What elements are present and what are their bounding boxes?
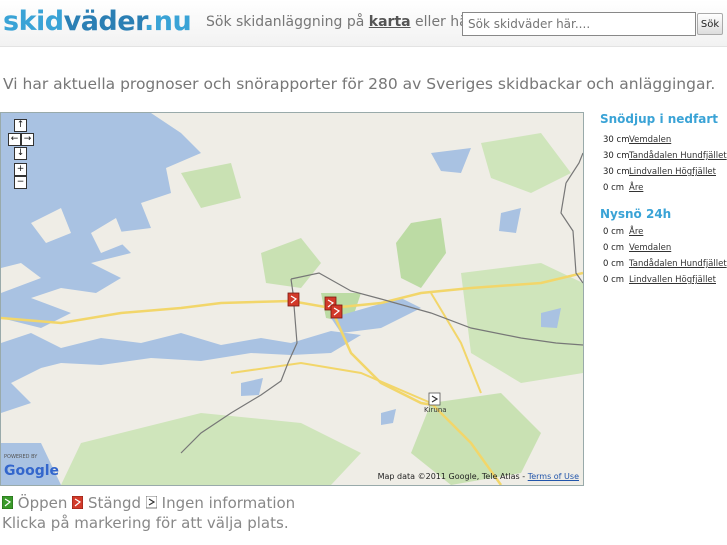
ski-map[interactable]: Kiruna ↑ ← → ↓ + − POWERED BY Google Map… xyxy=(0,112,584,486)
resort-link[interactable]: Åre xyxy=(629,183,643,193)
list-item: 0 cm Åre xyxy=(600,224,727,240)
search-label: Sök skidanläggning på karta eller här: xyxy=(206,14,478,30)
list-item: 0 cm Tandådalen Hundfjället xyxy=(600,256,727,272)
snow-value: 0 cm xyxy=(603,243,625,253)
snow-depth-title: Snödjup i nedfart xyxy=(600,112,718,126)
pan-down-button[interactable]: ↓ xyxy=(14,147,27,160)
city-label: Kiruna xyxy=(424,406,447,414)
new-snow-title: Nysnö 24h xyxy=(600,207,672,221)
resort-link[interactable]: Åre xyxy=(629,227,643,237)
snow-value: 0 cm xyxy=(603,275,625,285)
search-button[interactable]: Sök xyxy=(697,13,723,35)
snow-value: 30 cm xyxy=(603,167,630,177)
resort-link[interactable]: Lindvallen Högfjället xyxy=(629,167,716,177)
search-label-text: Sök skidanläggning på xyxy=(206,14,365,30)
site-header: skidväder.nu Sök skidanläggning på karta… xyxy=(0,0,727,47)
google-logo-text: Google xyxy=(4,463,60,479)
snow-value: 30 cm xyxy=(603,135,630,145)
closed-marker[interactable] xyxy=(330,304,343,319)
list-item: 30 cmTandådalen Hundfjället xyxy=(600,148,727,164)
new-snow-panel: Nysnö 24h 0 cm Åre 0 cm Vemdalen 0 cm Tandå… xyxy=(600,207,727,288)
intro-text: Vi har aktuella prognoser och snörapport… xyxy=(3,75,716,93)
search-input[interactable] xyxy=(462,12,696,36)
list-item: 0 cm Åre xyxy=(600,180,727,196)
map-attribution: Map data ©2011 Google, Tele Atlas - Term… xyxy=(378,472,579,481)
terms-link[interactable]: Terms of Use xyxy=(528,472,579,481)
snow-value: 0 cm xyxy=(603,227,625,237)
legend-open-label: Öppen xyxy=(17,494,68,512)
zoom-out-button[interactable]: − xyxy=(14,176,27,189)
open-marker-icon xyxy=(2,496,13,509)
pan-up-button[interactable]: ↑ xyxy=(14,119,27,132)
attribution-text: Map data ©2011 Google, Tele Atlas - xyxy=(377,472,526,481)
zoom-in-button[interactable]: + xyxy=(14,163,27,176)
resort-link[interactable]: Lindvallen Högfjället xyxy=(629,275,716,285)
list-item: 0 cm Vemdalen xyxy=(600,240,727,256)
no-info-marker-icon xyxy=(145,496,157,509)
logo-part-skid: skid xyxy=(3,6,64,37)
list-item: 0 cm Lindvallen Högfjället xyxy=(600,272,727,288)
map-hint: Klicka på markering för att välja plats. xyxy=(2,514,289,532)
logo-part-nu: .nu xyxy=(144,6,192,37)
closed-marker[interactable] xyxy=(287,292,300,307)
no-info-marker[interactable] xyxy=(428,392,441,406)
snow-value: 0 cm xyxy=(603,259,625,269)
resort-link[interactable]: Vemdalen xyxy=(629,243,671,253)
powered-by-text: POWERED BY xyxy=(4,454,38,460)
google-logo[interactable]: POWERED BY Google xyxy=(4,454,59,479)
closed-marker-icon xyxy=(72,496,84,509)
pan-left-button[interactable]: ← xyxy=(8,133,21,146)
snow-value: 30 cm xyxy=(603,151,630,161)
snow-value: 0 cm xyxy=(603,183,625,193)
map-link[interactable]: karta xyxy=(369,14,411,30)
list-item: 30 cmLindvallen Högfjället xyxy=(600,164,727,180)
resort-link[interactable]: Tandådalen Hundfjället xyxy=(629,151,727,161)
legend-closed-label: Stängd xyxy=(87,494,142,512)
logo-part-vader: väder xyxy=(63,6,145,37)
map-legend: Öppen Stängd Ingen information xyxy=(2,494,295,512)
resort-link[interactable]: Tandådalen Hundfjället xyxy=(629,259,727,269)
snow-depth-panel: Snödjup i nedfart 30 cmVemdalen 30 cmTan… xyxy=(600,112,727,196)
legend-no-info-label: Ingen information xyxy=(161,494,296,512)
pan-right-button[interactable]: → xyxy=(21,133,34,146)
site-logo[interactable]: skidväder.nu xyxy=(3,4,192,40)
list-item: 30 cmVemdalen xyxy=(600,132,727,148)
map-canvas[interactable]: Kiruna xyxy=(1,113,583,485)
resort-link[interactable]: Vemdalen xyxy=(629,135,671,145)
